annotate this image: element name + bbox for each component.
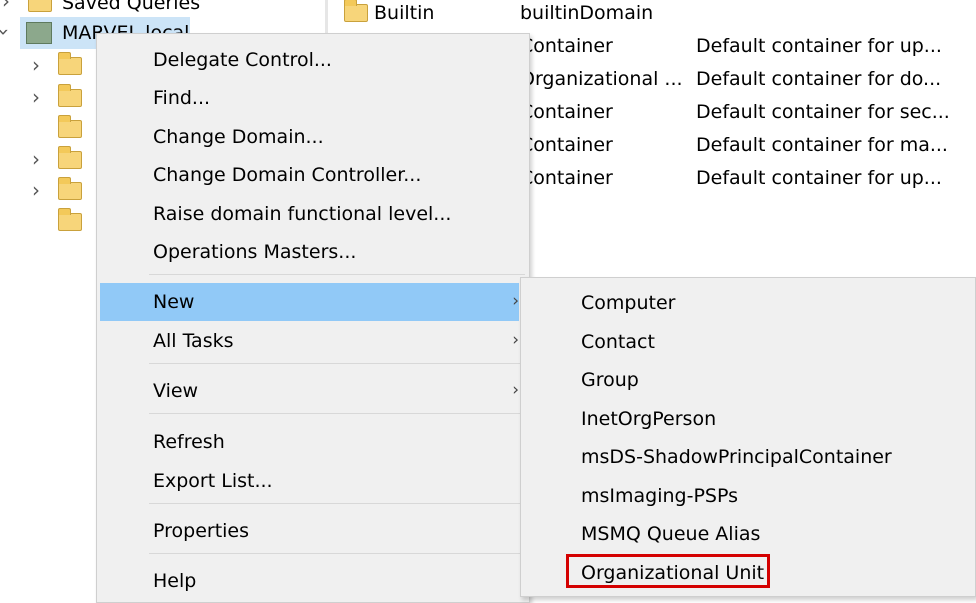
chevron-right-icon[interactable]: › [32,87,40,107]
menu-item-operations-masters[interactable]: Operations Masters... [97,233,529,271]
selection-highlight-box [566,554,770,588]
new-submenu: Computer Contact Group InetOrgPerson msD… [520,277,976,597]
menu-item-help[interactable]: Help [97,562,529,600]
submenu-arrow-icon: › [512,330,519,350]
menu-separator [149,503,525,504]
menu-item-all-tasks[interactable]: All Tasks › [97,322,529,360]
list-row-type: Organizational ... [520,68,683,90]
chevron-right-icon[interactable]: › [32,149,40,169]
menu-item-delegate-control[interactable]: Delegate Control... [97,41,529,79]
menu-item-view[interactable]: View › [97,372,529,410]
list-row-type: Container [520,101,613,123]
context-menu: Delegate Control... Find... Change Domai… [96,33,530,603]
menu-item-label: Delegate Control... [153,49,332,71]
submenu-item-label: InetOrgPerson [581,408,717,430]
menu-separator [149,553,525,554]
tree-item-saved-queries[interactable]: Saved Queries [62,0,200,14]
submenu-item-msimaging-psps[interactable]: msImaging-PSPs [521,477,975,515]
menu-separator [149,274,525,275]
menu-item-label: Change Domain... [153,126,324,148]
menu-item-raise-domain-level[interactable]: Raise domain functional level... [97,195,529,233]
menu-item-label: Help [153,570,197,592]
menu-item-change-domain[interactable]: Change Domain... [97,118,529,156]
chevron-right-icon[interactable]: › [32,180,40,200]
menu-item-label: Raise domain functional level... [153,203,452,225]
menu-separator [149,413,525,414]
submenu-item-label: msImaging-PSPs [581,485,739,507]
submenu-item-msmq-queue-alias[interactable]: MSMQ Queue Alias [521,515,975,553]
list-row-name[interactable]: Builtin [374,2,434,24]
menu-item-new[interactable]: New › [100,283,519,321]
menu-item-label: Export List... [153,470,273,492]
submenu-arrow-icon: › [512,291,519,311]
submenu-item-group[interactable]: Group [521,361,975,399]
menu-item-label: Find... [153,87,211,109]
menu-item-label: View [153,380,199,402]
menu-item-label: All Tasks [153,330,234,352]
folder-icon [58,84,82,107]
list-row-type: Container [520,167,613,189]
submenu-item-label: Group [581,369,639,391]
submenu-item-label: MSMQ Queue Alias [581,523,761,545]
menu-item-change-domain-controller[interactable]: Change Domain Controller... [97,156,529,194]
list-row-type: Container [520,35,613,57]
menu-item-find[interactable]: Find... [97,79,529,117]
submenu-item-label: Contact [581,331,655,353]
list-row-description: Default container for do... [696,68,942,90]
submenu-item-msds-shadowprincipalcontainer[interactable]: msDS-ShadowPrincipalContainer [521,438,975,476]
chevron-right-icon[interactable]: › [2,0,10,11]
menu-item-label: Operations Masters... [153,241,357,263]
menu-separator [149,363,525,364]
submenu-item-computer[interactable]: Computer [521,284,975,322]
menu-item-export-list[interactable]: Export List... [97,462,529,500]
submenu-item-contact[interactable]: Contact [521,323,975,361]
submenu-item-inetorgperson[interactable]: InetOrgPerson [521,400,975,438]
list-row-description: Default container for ma... [696,134,948,156]
list-row-description: Default container for up... [696,35,942,57]
submenu-item-label: Computer [581,292,676,314]
submenu-arrow-icon: › [512,380,519,400]
domain-icon [26,22,52,44]
menu-item-properties[interactable]: Properties [97,512,529,550]
domain-controllers-folder-icon [58,115,82,138]
chevron-right-icon[interactable]: › [32,55,40,75]
saved-queries-folder-icon [28,0,52,12]
folder-icon [58,52,82,75]
menu-item-label: Properties [153,520,250,542]
builtin-folder-icon [344,0,368,22]
folder-icon [58,177,82,200]
list-row-description: Default container for up... [696,167,942,189]
menu-item-refresh[interactable]: Refresh [97,423,529,461]
menu-item-label: Change Domain Controller... [153,164,422,186]
list-row-type: builtinDomain [520,2,654,24]
chevron-down-icon[interactable]: › [0,28,16,36]
list-row-type: Container [520,134,613,156]
list-row-description: Default container for sec... [696,101,950,123]
folder-icon [58,146,82,169]
menu-item-label: Refresh [153,431,225,453]
folder-icon [58,208,82,231]
submenu-item-label: msDS-ShadowPrincipalContainer [581,446,892,468]
menu-item-label: New [153,291,195,313]
